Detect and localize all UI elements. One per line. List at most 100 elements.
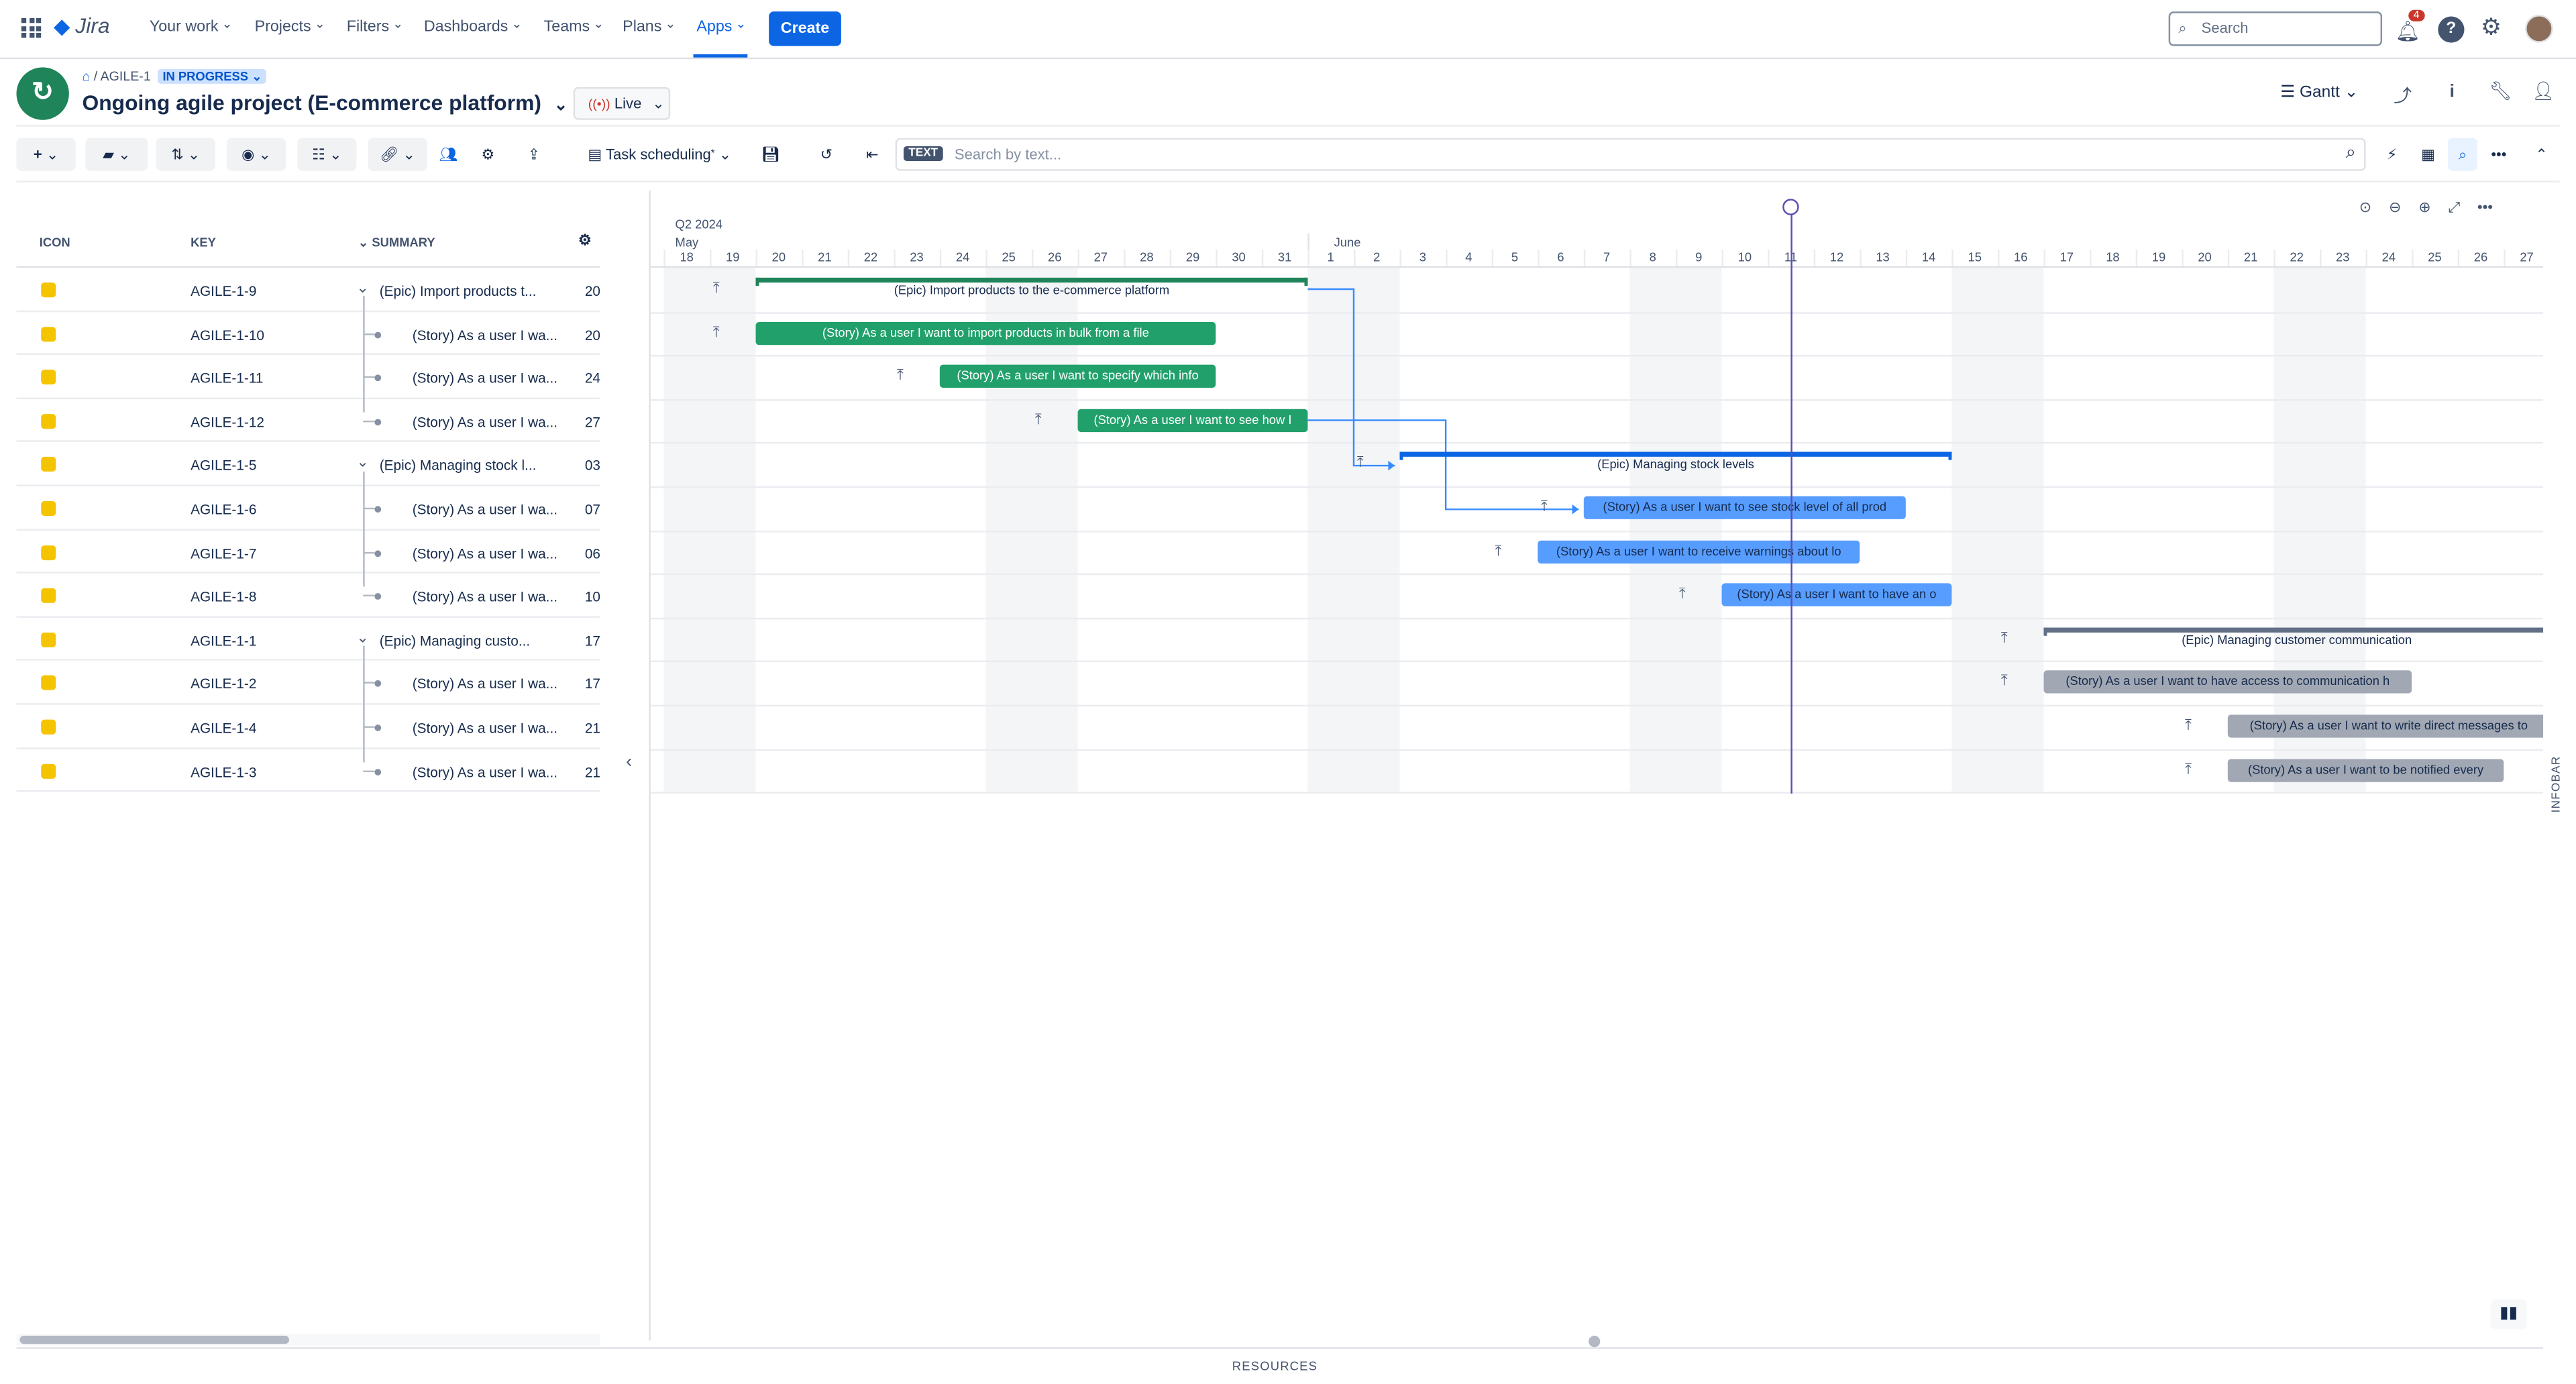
- nav-dashboards[interactable]: Dashboards: [424, 18, 523, 36]
- table-row[interactable]: AGILE-1-3 (Story) As a user I wa... 21: [16, 749, 600, 792]
- issue-summary[interactable]: (Story) As a user I wa...: [413, 501, 575, 517]
- visibility-button[interactable]: ◉ ⌄: [226, 138, 286, 171]
- column-header-key[interactable]: KEY: [191, 235, 216, 250]
- wrench-icon[interactable]: 🔧︎: [2489, 81, 2512, 101]
- save-icon[interactable]: 💾︎: [756, 138, 786, 171]
- project-avatar[interactable]: ↻: [16, 67, 69, 120]
- move-to-bar-icon[interactable]: ⤒: [1357, 454, 1364, 472]
- dependency-link[interactable]: [1307, 288, 1395, 467]
- nav-teams[interactable]: Teams: [544, 18, 604, 36]
- move-to-bar-icon[interactable]: ⤒: [1679, 585, 1686, 603]
- status-badge[interactable]: IN PROGRESS ⌄: [158, 68, 267, 84]
- app-switcher-icon[interactable]: [21, 17, 42, 38]
- create-button[interactable]: Create: [769, 11, 841, 46]
- gear-icon[interactable]: ⚙: [473, 138, 502, 171]
- nav-apps[interactable]: Apps: [696, 18, 746, 36]
- move-to-bar-icon[interactable]: ⤒: [713, 279, 720, 297]
- resources-tab[interactable]: RESOURCES: [1232, 1359, 1318, 1373]
- horizontal-scrollbar-thumb[interactable]: [19, 1336, 290, 1344]
- collapse-panel-chevron-icon[interactable]: ‹: [626, 753, 632, 772]
- story-bar[interactable]: (Story) As a user I want to have an o: [1721, 583, 1952, 607]
- issue-summary[interactable]: (Epic) Managing stock l...: [380, 458, 575, 474]
- move-to-bar-icon[interactable]: ⤒: [2185, 716, 2192, 735]
- sort-button[interactable]: ⇅ ⌄: [156, 138, 215, 171]
- search-icon[interactable]: ⌕: [2346, 143, 2356, 164]
- story-bar[interactable]: (Story) As a user I want to import produ…: [755, 321, 1216, 345]
- user-avatar[interactable]: [2525, 15, 2553, 43]
- issue-summary[interactable]: (Epic) Import products t...: [380, 282, 575, 299]
- issue-key[interactable]: AGILE-1-2: [191, 676, 256, 692]
- move-to-bar-icon[interactable]: ⤒: [897, 367, 904, 385]
- table-row[interactable]: AGILE-1-11 (Story) As a user I wa... 24: [16, 355, 600, 399]
- collapse-toolbar-icon[interactable]: ⌃: [2527, 138, 2557, 171]
- nav-plans[interactable]: Plans: [623, 18, 676, 36]
- move-to-bar-icon[interactable]: ⤒: [1541, 498, 1548, 516]
- move-to-bar-icon[interactable]: ⤒: [713, 323, 720, 341]
- issue-key[interactable]: AGILE-1-6: [191, 501, 256, 517]
- story-bar[interactable]: (Story) As a user I want to receive warn…: [1538, 539, 1860, 564]
- column-header-icon[interactable]: ICON: [40, 235, 70, 250]
- issue-summary[interactable]: (Story) As a user I wa...: [413, 763, 575, 780]
- issue-summary[interactable]: (Story) As a user I wa...: [413, 370, 575, 386]
- issue-summary[interactable]: (Story) As a user I wa...: [413, 588, 575, 604]
- text-search-input[interactable]: TEXT Search by text... ⌕: [895, 138, 2366, 171]
- live-mode-dropdown[interactable]: ((•)) Live ⌄: [573, 87, 671, 120]
- table-row[interactable]: AGILE-1-6 (Story) As a user I wa... 07: [16, 486, 600, 531]
- infobar-toggle[interactable]: INFOBAR: [2551, 756, 2563, 813]
- story-bar[interactable]: (Story) As a user I want to be notified …: [2227, 758, 2504, 782]
- issue-key[interactable]: AGILE-1-9: [191, 282, 256, 299]
- info-icon[interactable]: i: [2449, 82, 2455, 101]
- collapse-left-icon[interactable]: ⇤: [857, 138, 887, 171]
- help-icon[interactable]: ?: [2438, 16, 2465, 43]
- story-bar[interactable]: (Story) As a user I want to see how I: [1077, 409, 1308, 432]
- center-today-icon[interactable]: ⊙: [2359, 199, 2371, 215]
- today-line[interactable]: [1790, 207, 1792, 794]
- issue-summary[interactable]: (Story) As a user I wa...: [413, 414, 575, 430]
- search-highlight-icon[interactable]: ⌕: [2448, 138, 2478, 171]
- issue-summary[interactable]: (Story) As a user I wa...: [413, 545, 575, 561]
- settings-gear-icon[interactable]: ⚙: [2481, 13, 2502, 42]
- move-to-bar-icon[interactable]: ⤒: [2001, 673, 2008, 691]
- more-options-icon[interactable]: •••: [2484, 138, 2514, 171]
- home-icon[interactable]: ⌂: [82, 69, 90, 84]
- view-selector[interactable]: ☰ Gantt ⌄: [2280, 84, 2358, 117]
- issue-key[interactable]: AGILE-1-11: [191, 370, 263, 386]
- grid-settings-gear-icon[interactable]: ⚙: [578, 231, 592, 250]
- issue-key[interactable]: AGILE-1-10: [191, 326, 264, 342]
- issue-key[interactable]: AGILE-1-5: [191, 458, 256, 474]
- lightning-icon[interactable]: ⚡︎: [2377, 138, 2407, 171]
- move-to-bar-icon[interactable]: ⤒: [1035, 411, 1042, 429]
- move-to-bar-icon[interactable]: ⤒: [2001, 629, 2008, 647]
- link-button[interactable]: 🔗︎ ⌄: [368, 138, 427, 171]
- nav-filters[interactable]: Filters: [347, 18, 404, 36]
- fullscreen-icon[interactable]: ⤢: [2448, 199, 2460, 215]
- issue-key[interactable]: AGILE-1-7: [191, 545, 256, 561]
- chevron-down-icon[interactable]: ⌄: [356, 454, 368, 472]
- map-toggle-icon[interactable]: ▮▮: [2490, 1299, 2527, 1330]
- gantt-scroll-handle[interactable]: [1589, 1336, 1601, 1348]
- table-row[interactable]: AGILE-1-1 ⌄ (Epic) Managing custo... 17: [16, 617, 600, 661]
- issue-key[interactable]: AGILE-1-3: [191, 763, 256, 780]
- today-marker-icon[interactable]: [1782, 199, 1799, 215]
- story-bar[interactable]: (Story) As a user I want to have access …: [2043, 671, 2412, 694]
- table-row[interactable]: AGILE-1-12 (Story) As a user I wa... 27: [16, 399, 600, 443]
- issue-key[interactable]: AGILE-1-1: [191, 632, 256, 648]
- issue-summary[interactable]: (Story) As a user I wa...: [413, 676, 575, 692]
- breadcrumb-key[interactable]: AGILE-1: [101, 69, 151, 84]
- task-scheduling-dropdown[interactable]: ▤ Task scheduling* ⌄: [574, 138, 746, 171]
- story-bar[interactable]: (Story) As a user I want to specify whic…: [939, 365, 1216, 388]
- table-row[interactable]: AGILE-1-2 (Story) As a user I wa... 17: [16, 661, 600, 705]
- global-search-input[interactable]: ⌕ Search: [2168, 11, 2383, 46]
- issue-summary[interactable]: (Story) As a user I wa...: [413, 326, 575, 342]
- project-title[interactable]: Ongoing agile project (E-commerce platfo…: [82, 91, 568, 115]
- chevron-down-icon[interactable]: ⌄: [356, 279, 368, 297]
- issue-summary[interactable]: (Epic) Managing custo...: [380, 632, 575, 648]
- nav-projects[interactable]: Projects: [255, 18, 325, 36]
- undo-icon[interactable]: ↺: [812, 138, 841, 171]
- folder-button[interactable]: ▰ ⌄: [85, 138, 148, 171]
- jira-logo[interactable]: ◆ Jira: [54, 13, 110, 38]
- story-bar[interactable]: (Story) As a user I want to write direct…: [2227, 714, 2544, 738]
- table-row[interactable]: AGILE-1-4 (Story) As a user I wa... 21: [16, 705, 600, 749]
- table-row[interactable]: AGILE-1-10 (Story) As a user I wa... 20: [16, 311, 600, 356]
- share-icon[interactable]: ⤴: [2394, 82, 2412, 108]
